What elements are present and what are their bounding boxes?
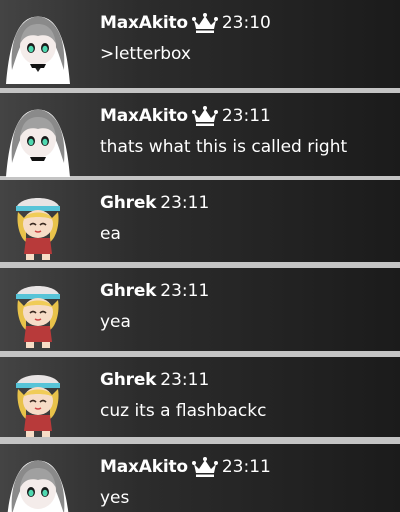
timestamp: 23:11 <box>221 106 271 126</box>
timestamp: 23:11 <box>160 193 210 213</box>
chat-message: Ghrek 23:11 cuz its a flashbackc <box>0 357 400 437</box>
author-name[interactable]: Ghrek <box>100 193 156 213</box>
message-text: ea <box>100 224 121 244</box>
blonde-girl-avatar[interactable] <box>0 268 76 352</box>
timestamp: 23:11 <box>160 281 210 301</box>
author-name[interactable]: Ghrek <box>100 281 156 301</box>
timestamp: 23:11 <box>160 370 210 390</box>
author-name[interactable]: MaxAkito <box>100 457 188 477</box>
blonde-girl-avatar[interactable] <box>0 180 76 264</box>
message-header: MaxAkito 23:11 <box>100 103 271 129</box>
chat-message: Ghrek 23:11 ea <box>0 180 400 262</box>
author-name[interactable]: MaxAkito <box>100 13 188 33</box>
chat-feed: MaxAkito 23:10 >letterbox MaxAkito 23:11… <box>0 0 400 512</box>
crown-icon <box>191 12 218 34</box>
message-text: yea <box>100 312 131 332</box>
message-text: yes <box>100 488 130 508</box>
timestamp: 23:10 <box>221 13 271 33</box>
crown-icon <box>191 105 218 127</box>
chat-message: MaxAkito 23:10 >letterbox <box>0 0 400 88</box>
crown-icon <box>191 456 218 478</box>
message-header: Ghrek 23:11 <box>100 278 209 304</box>
message-text: cuz its a flashbackc <box>100 401 267 421</box>
chat-message: MaxAkito 23:11 thats what this is called… <box>0 93 400 177</box>
blonde-girl-avatar[interactable] <box>0 357 76 441</box>
message-text: thats what this is called right <box>100 137 348 157</box>
message-header: MaxAkito 23:10 <box>100 10 271 36</box>
gray-hooded-girl-avatar[interactable] <box>0 93 76 177</box>
timestamp: 23:11 <box>221 457 271 477</box>
message-text: >letterbox <box>100 44 191 64</box>
message-header: Ghrek 23:11 <box>100 367 209 393</box>
chat-message: Ghrek 23:11 yea <box>0 268 400 351</box>
author-name[interactable]: MaxAkito <box>100 106 188 126</box>
gray-hooded-girl-avatar[interactable] <box>0 444 76 512</box>
gray-hooded-girl-avatar[interactable] <box>0 0 76 84</box>
chat-message: MaxAkito 23:11 yes <box>0 444 400 512</box>
message-header: Ghrek 23:11 <box>100 190 209 216</box>
author-name[interactable]: Ghrek <box>100 370 156 390</box>
message-header: MaxAkito 23:11 <box>100 454 271 480</box>
